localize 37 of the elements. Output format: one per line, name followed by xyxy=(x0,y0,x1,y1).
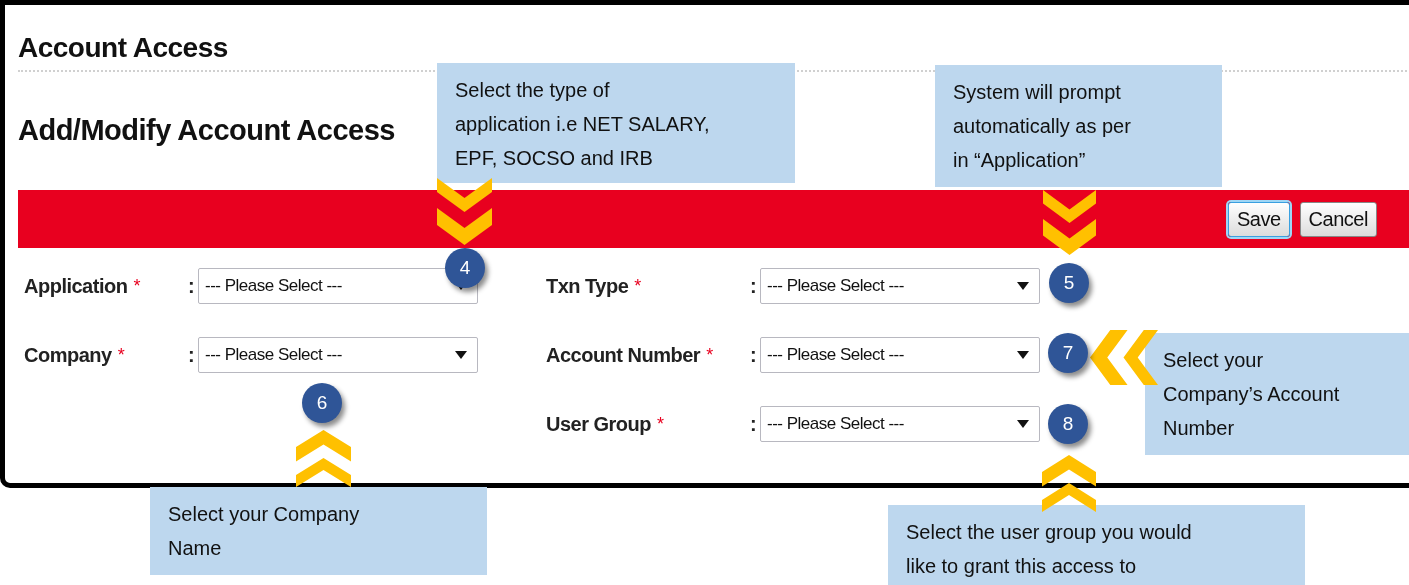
callout-box: Select your Company’s Account Number xyxy=(1145,333,1409,455)
dropdown-caret-icon xyxy=(1017,420,1029,428)
callout-box: Select the user group you would like to grant this access to xyxy=(888,505,1305,585)
field-label: Txn Type xyxy=(546,274,629,299)
double-chevron-icon xyxy=(1043,190,1096,255)
field-separator: : xyxy=(188,343,196,368)
field-separator: : xyxy=(750,343,758,368)
double-chevron-icon xyxy=(1042,455,1096,512)
field-separator: : xyxy=(188,274,196,299)
toolbar-button[interactable]: Save xyxy=(1228,201,1290,237)
select-field[interactable]: --- Please Select --- xyxy=(760,268,1040,304)
required-mark: * xyxy=(706,343,714,367)
callout-box: Select the type of application i.e NET SALARY, EPF, SOCSO and IRB xyxy=(437,63,795,183)
dropdown-caret-icon xyxy=(1017,282,1029,290)
toolbar-button[interactable]: Cancel xyxy=(1299,201,1377,237)
page-title: Account Access xyxy=(18,31,229,65)
required-mark: * xyxy=(634,274,642,298)
select-field[interactable]: --- Please Select --- xyxy=(198,337,478,373)
callout-box: System will prompt automatically as per in “Application” xyxy=(935,65,1222,187)
double-chevron-icon xyxy=(296,430,351,487)
field-separator: : xyxy=(750,412,758,437)
required-mark: * xyxy=(117,343,125,367)
field-separator: : xyxy=(750,274,758,299)
double-chevron-icon xyxy=(1090,330,1158,385)
double-chevron-icon xyxy=(437,178,492,245)
field-label: Account Number xyxy=(546,343,701,368)
dropdown-caret-icon xyxy=(1017,351,1029,359)
field-label: User Group xyxy=(546,412,652,437)
field-label: Company xyxy=(24,343,112,368)
dropdown-caret-icon xyxy=(455,351,467,359)
section-title: Add/Modify Account Access xyxy=(18,113,395,148)
required-mark: * xyxy=(657,412,665,436)
field-label: Application xyxy=(24,274,128,299)
select-field[interactable]: --- Please Select --- xyxy=(760,406,1040,442)
callout-box: Select your Company Name xyxy=(150,487,487,575)
select-field[interactable]: --- Please Select --- xyxy=(760,337,1040,373)
required-mark: * xyxy=(133,274,141,298)
